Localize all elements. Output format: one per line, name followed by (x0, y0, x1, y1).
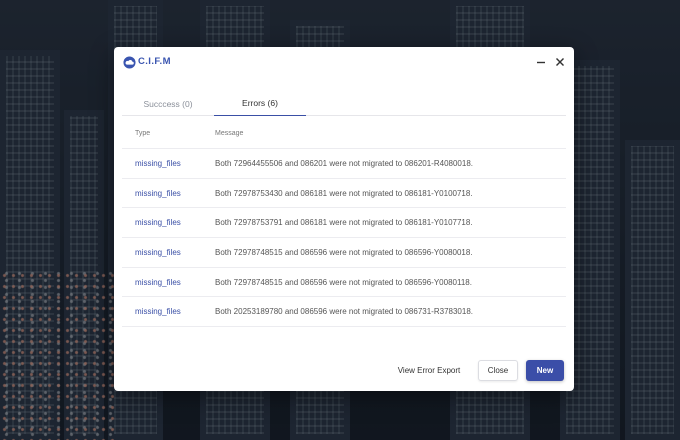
error-type-link[interactable]: missing_files (135, 307, 181, 316)
table-row: missing_files Both 72964455506 and 08620… (122, 149, 566, 179)
tab-bar: Succcess (0) Errors (6) (122, 91, 566, 116)
table-row: missing_files Both 20253189780 and 08659… (122, 297, 566, 328)
close-button[interactable]: Close (478, 360, 518, 381)
error-type-link[interactable]: missing_files (135, 218, 181, 227)
table-row: missing_files Both 72978753430 and 08618… (122, 179, 566, 209)
column-header-message: Message (215, 130, 244, 137)
close-icon (556, 58, 564, 66)
error-message: Both 72978753430 and 086181 were not mig… (215, 188, 473, 198)
dialog-footer: View Error Export Close New (114, 360, 574, 382)
errors-dialog: C.I.F.M Succcess (0) Errors (6) Type Mes… (114, 47, 574, 391)
error-message: Both 20253189780 and 086596 were not mig… (215, 307, 473, 317)
error-type-link[interactable]: missing_files (135, 159, 181, 168)
error-message: Both 72978753791 and 086181 were not mig… (215, 218, 473, 228)
dialog-header: C.I.F.M (114, 47, 574, 79)
column-header-type: Type (135, 130, 151, 137)
minimize-icon (537, 61, 545, 64)
tab-success[interactable]: Succcess (0) (122, 91, 214, 116)
view-error-export-button[interactable]: View Error Export (390, 360, 468, 381)
new-button[interactable]: New (526, 360, 564, 381)
error-type-link[interactable]: missing_files (135, 189, 181, 198)
table-row: missing_files Both 72978748515 and 08659… (122, 268, 566, 298)
error-type-link[interactable]: missing_files (135, 248, 181, 257)
errors-table: Type Message missing_files Both 72964455… (122, 119, 566, 328)
app-brand: C.I.F.M (138, 56, 171, 67)
error-message: Both 72964455506 and 086201 were not mig… (215, 159, 473, 168)
tab-errors[interactable]: Errors (6) (214, 91, 306, 116)
cloud-icon (123, 56, 136, 69)
error-type-link[interactable]: missing_files (135, 278, 181, 287)
error-message: Both 72978748515 and 086596 were not mig… (215, 277, 472, 287)
table-header: Type Message (122, 119, 566, 149)
error-message: Both 72978748515 and 086596 were not mig… (215, 248, 473, 258)
table-row: missing_files Both 72978753791 and 08618… (122, 208, 566, 239)
minimize-button[interactable] (533, 54, 549, 70)
table-row: missing_files Both 72978748515 and 08659… (122, 238, 566, 268)
close-dialog-button[interactable] (552, 54, 568, 70)
